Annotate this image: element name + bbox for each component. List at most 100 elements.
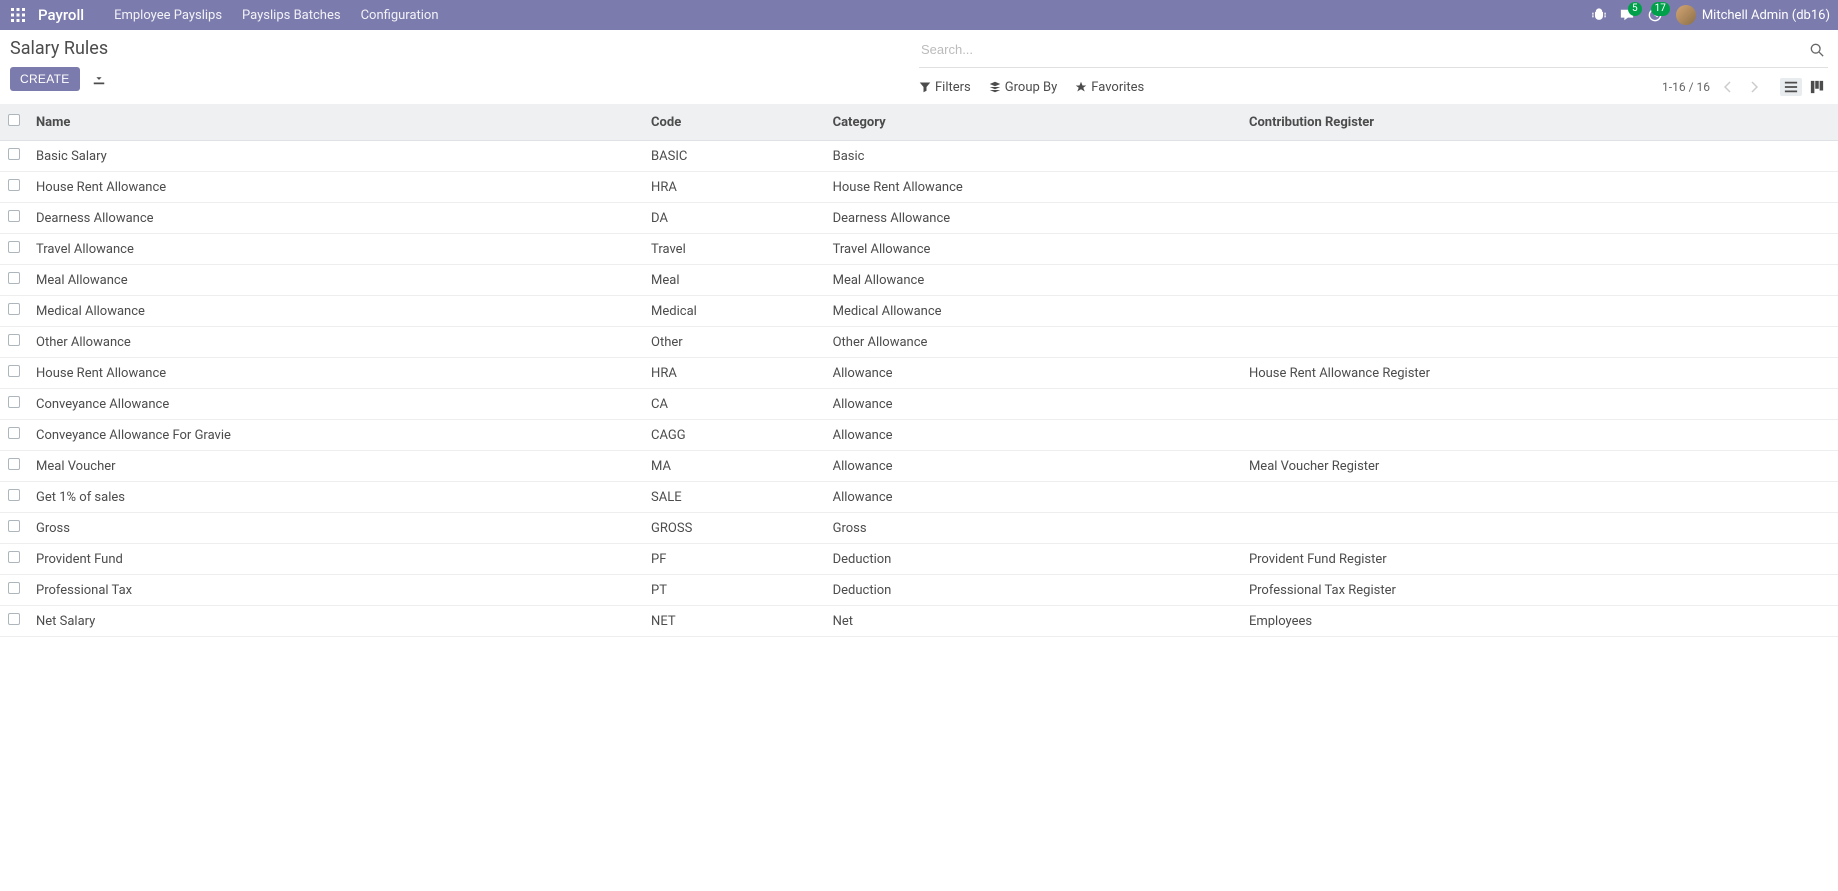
nav-left: Payroll Employee Payslips Payslips Batch…: [8, 5, 449, 25]
apps-icon[interactable]: [8, 5, 28, 25]
cell-name: Meal Voucher: [28, 451, 643, 482]
chevron-right-icon: [1750, 81, 1758, 93]
cell-register: [1241, 141, 1838, 172]
cell-register: [1241, 482, 1838, 513]
import-icon[interactable]: [92, 72, 106, 86]
table-row[interactable]: Meal VoucherMAAllowanceMeal Voucher Regi…: [0, 451, 1838, 482]
row-checkbox[interactable]: [8, 427, 20, 439]
button-row: CREATE: [10, 67, 919, 91]
table-row[interactable]: House Rent AllowanceHRAHouse Rent Allowa…: [0, 172, 1838, 203]
col-category[interactable]: Category: [825, 104, 1241, 141]
star-icon: [1075, 81, 1087, 93]
cell-register: [1241, 513, 1838, 544]
pager-next[interactable]: [1746, 79, 1762, 95]
row-checkbox[interactable]: [8, 148, 20, 160]
debug-icon[interactable]: [1592, 8, 1606, 22]
pager-text: 1-16 / 16: [1662, 80, 1710, 94]
cell-code: HRA: [643, 358, 825, 389]
row-checkbox[interactable]: [8, 210, 20, 222]
cell-category: Allowance: [825, 389, 1241, 420]
activity-icon[interactable]: 17: [1648, 8, 1662, 22]
row-checkbox[interactable]: [8, 365, 20, 377]
cell-name: Gross: [28, 513, 643, 544]
favorites-button[interactable]: Favorites: [1075, 80, 1144, 95]
table-row[interactable]: Meal AllowanceMealMeal Allowance: [0, 265, 1838, 296]
cell-register: [1241, 203, 1838, 234]
row-checkbox[interactable]: [8, 520, 20, 532]
create-button[interactable]: CREATE: [10, 67, 80, 91]
row-checkbox[interactable]: [8, 179, 20, 191]
cell-code: PT: [643, 575, 825, 606]
row-checkbox[interactable]: [8, 303, 20, 315]
table-row[interactable]: Medical AllowanceMedicalMedical Allowanc…: [0, 296, 1838, 327]
row-checkbox[interactable]: [8, 334, 20, 346]
kanban-view-icon[interactable]: [1806, 78, 1828, 96]
cell-register: [1241, 172, 1838, 203]
cell-code: Medical: [643, 296, 825, 327]
row-checkbox[interactable]: [8, 489, 20, 501]
col-register[interactable]: Contribution Register: [1241, 104, 1838, 141]
search-input[interactable]: [919, 38, 1806, 61]
row-checkbox[interactable]: [8, 396, 20, 408]
cell-name: Other Allowance: [28, 327, 643, 358]
cell-category: Meal Allowance: [825, 265, 1241, 296]
search-icon[interactable]: [1806, 43, 1828, 57]
nav-item-config[interactable]: Configuration: [351, 8, 449, 23]
cell-code: PF: [643, 544, 825, 575]
nav-item-batches[interactable]: Payslips Batches: [232, 8, 351, 23]
cell-register: [1241, 389, 1838, 420]
nav-brand[interactable]: Payroll: [38, 6, 84, 24]
cell-register: Provident Fund Register: [1241, 544, 1838, 575]
nav-right: 5 17 Mitchell Admin (db16): [1592, 5, 1830, 25]
table-row[interactable]: Conveyance AllowanceCAAllowance: [0, 389, 1838, 420]
cell-register: [1241, 327, 1838, 358]
row-checkbox[interactable]: [8, 582, 20, 594]
user-menu[interactable]: Mitchell Admin (db16): [1676, 5, 1830, 25]
table-row[interactable]: House Rent AllowanceHRAAllowanceHouse Re…: [0, 358, 1838, 389]
cell-code: NET: [643, 606, 825, 637]
table-row[interactable]: Provident FundPFDeductionProvident Fund …: [0, 544, 1838, 575]
cell-name: Conveyance Allowance For Gravie: [28, 420, 643, 451]
row-checkbox[interactable]: [8, 458, 20, 470]
pager-prev[interactable]: [1720, 79, 1736, 95]
messages-icon[interactable]: 5: [1620, 8, 1634, 22]
messages-badge: 5: [1628, 2, 1642, 16]
rules-table: Name Code Category Contribution Register…: [0, 104, 1838, 637]
cell-name: Travel Allowance: [28, 234, 643, 265]
nav-item-payslips[interactable]: Employee Payslips: [104, 8, 232, 23]
cell-category: Allowance: [825, 420, 1241, 451]
groupby-label: Group By: [1005, 80, 1058, 95]
col-code[interactable]: Code: [643, 104, 825, 141]
table-row[interactable]: GrossGROSSGross: [0, 513, 1838, 544]
layers-icon: [989, 81, 1001, 93]
cell-code: Other: [643, 327, 825, 358]
row-checkbox[interactable]: [8, 613, 20, 625]
table-row[interactable]: Basic SalaryBASICBasic: [0, 141, 1838, 172]
filter-group: Filters Group By Favorites: [919, 80, 1144, 95]
list-view-icon[interactable]: [1780, 78, 1802, 96]
row-checkbox[interactable]: [8, 241, 20, 253]
cell-register: [1241, 420, 1838, 451]
col-name[interactable]: Name: [28, 104, 643, 141]
row-checkbox[interactable]: [8, 551, 20, 563]
table-row[interactable]: Conveyance Allowance For GravieCAGGAllow…: [0, 420, 1838, 451]
table-row[interactable]: Professional TaxPTDeductionProfessional …: [0, 575, 1838, 606]
table-row[interactable]: Travel AllowanceTravelTravel Allowance: [0, 234, 1838, 265]
cell-code: DA: [643, 203, 825, 234]
cell-name: House Rent Allowance: [28, 358, 643, 389]
table-row[interactable]: Get 1% of salesSALEAllowance: [0, 482, 1838, 513]
cell-category: Medical Allowance: [825, 296, 1241, 327]
table-row[interactable]: Other AllowanceOtherOther Allowance: [0, 327, 1838, 358]
table-header-row: Name Code Category Contribution Register: [0, 104, 1838, 141]
user-label: Mitchell Admin (db16): [1702, 8, 1830, 23]
filters-button[interactable]: Filters: [919, 80, 971, 95]
cell-name: Medical Allowance: [28, 296, 643, 327]
cell-name: Meal Allowance: [28, 265, 643, 296]
select-all-checkbox[interactable]: [8, 114, 20, 126]
cell-code: SALE: [643, 482, 825, 513]
table-row[interactable]: Dearness AllowanceDADearness Allowance: [0, 203, 1838, 234]
row-checkbox[interactable]: [8, 272, 20, 284]
table-row[interactable]: Net SalaryNETNetEmployees: [0, 606, 1838, 637]
cell-category: Travel Allowance: [825, 234, 1241, 265]
groupby-button[interactable]: Group By: [989, 80, 1058, 95]
